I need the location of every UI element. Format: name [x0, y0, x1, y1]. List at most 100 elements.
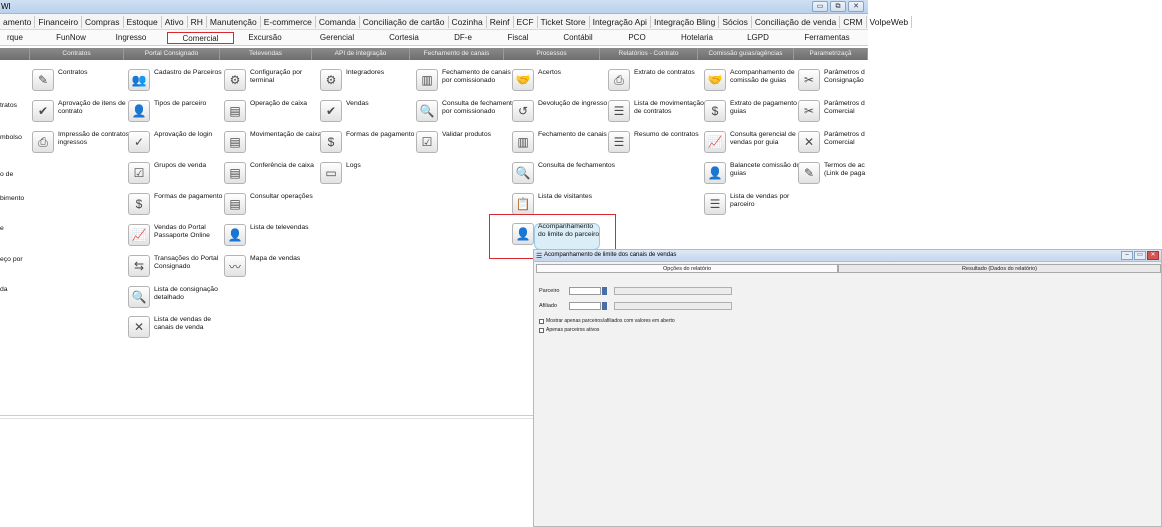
- item-resumo-contratos[interactable]: ☰ Resumo de contratos: [608, 131, 712, 153]
- item-formas-pagamento[interactable]: $ Formas de pagamento: [128, 193, 232, 215]
- partial-label[interactable]: mbolso: [0, 134, 22, 142]
- menu-item[interactable]: Integração Bling: [651, 15, 720, 28]
- tab-hotelaria[interactable]: Hotelaria: [668, 32, 726, 44]
- item-fechamento-canais[interactable]: ▥ Fechamento de canais: [512, 131, 616, 153]
- partial-label[interactable]: eço por: [0, 256, 23, 264]
- menu-item[interactable]: Compras: [82, 15, 124, 28]
- tab-cortesia[interactable]: Cortesia: [375, 32, 433, 44]
- item-tipos-parceiro[interactable]: 👤 Tipos de parceiro: [128, 100, 232, 122]
- item-validar-produtos[interactable]: ☑ Validar produtos: [416, 131, 520, 153]
- afiliado-lookup-button[interactable]: [602, 302, 607, 310]
- item-acertos[interactable]: 🤝 Acertos: [512, 69, 616, 91]
- tab-partial[interactable]: rque: [0, 32, 30, 44]
- afiliado-code-input[interactable]: [569, 302, 601, 310]
- item-consultar-operacoes[interactable]: ▤ Consultar operações: [224, 193, 328, 215]
- item-transacoes-portal[interactable]: ⇆ Transações do Portal Consignado: [128, 255, 232, 277]
- partial-label[interactable]: da: [0, 286, 8, 294]
- tab-pco[interactable]: PCO: [613, 32, 661, 44]
- item-parametros-comercial-2[interactable]: ✕ Parâmetros d Comercial: [798, 131, 868, 153]
- tab-comercial[interactable]: Comercial: [167, 32, 234, 44]
- item-lista-movimentacao-contratos[interactable]: ☰ Lista de movimentação de contratos: [608, 100, 712, 122]
- checkbox[interactable]: [539, 318, 544, 324]
- checkbox-valores-aberto[interactable]: Mostrar apenas parceiros/afiliados com v…: [539, 318, 675, 324]
- item-lista-visitantes[interactable]: 📋 Lista de visitantes: [512, 193, 616, 215]
- item-lista-vendas-canais[interactable]: ✕ Lista de vendas de canais de venda: [128, 316, 232, 338]
- tab-dfe[interactable]: DF-e: [438, 32, 488, 44]
- item-logs[interactable]: ▭ Logs: [320, 162, 424, 184]
- menu-item[interactable]: amento: [0, 15, 36, 28]
- menu-item[interactable]: CRM: [840, 15, 867, 28]
- item-acompanhamento-limite-parceiro[interactable]: 👤 Acompanhamento do limite do parceiro: [512, 223, 600, 245]
- menu-item[interactable]: Cozinha: [449, 15, 487, 28]
- item-consulta-fechamentos[interactable]: 🔍 Consulta de fechamentos: [512, 162, 616, 184]
- item-fechamento-canais-comissionado[interactable]: ▥ Fechamento de canais por comissionado: [416, 69, 520, 91]
- checkbox-parceiros-ativos[interactable]: Apenas parceiros ativos: [539, 327, 599, 333]
- close-button[interactable]: ✕: [848, 1, 864, 12]
- item-impressao-contratos[interactable]: ⎙ Impressão de contratos e ingressos: [32, 131, 136, 153]
- tab-gerencial[interactable]: Gerencial: [304, 32, 370, 44]
- item-consulta-fechamentos-comissionado[interactable]: 🔍 Consulta de fechamentos por comissiona…: [416, 100, 520, 122]
- partial-label[interactable]: bimento: [0, 195, 24, 203]
- menu-item[interactable]: Financeiro: [35, 15, 83, 28]
- item-acompanhamento-comissao[interactable]: 🤝 Acompanhamento de comissão de guias: [704, 69, 808, 91]
- menu-item[interactable]: ECF: [514, 15, 538, 28]
- menu-item[interactable]: Ativo: [162, 15, 188, 28]
- item-extrato-pagamento-guias[interactable]: $ Extrato de pagamento de guias: [704, 100, 808, 122]
- partial-label[interactable]: o de: [0, 171, 13, 179]
- item-lista-televendas[interactable]: 👤 Lista de televendas: [224, 224, 328, 246]
- maximize-button[interactable]: ⧉: [830, 1, 846, 12]
- item-grupos-venda[interactable]: ☑ Grupos de venda: [128, 162, 232, 184]
- parceiro-lookup-button[interactable]: [602, 287, 607, 295]
- tab-lgpd[interactable]: LGPD: [731, 32, 785, 44]
- checkbox[interactable]: [539, 327, 544, 333]
- item-movimentacao-caixa[interactable]: ▤ Movimentação de caixa: [224, 131, 328, 153]
- item-mapa-vendas[interactable]: 〰 Mapa de vendas: [224, 255, 328, 277]
- menu-item[interactable]: RH: [188, 15, 207, 28]
- tab-ingresso[interactable]: Ingresso: [102, 32, 160, 44]
- menu-item[interactable]: Comanda: [316, 15, 360, 28]
- tab-ferramentas[interactable]: Ferramentas: [790, 32, 864, 44]
- item-cadastro-parceiros[interactable]: 👥 Cadastro de Parceiros: [128, 69, 232, 91]
- tab-contabil[interactable]: Contábil: [548, 32, 608, 44]
- item-integradores[interactable]: ⚙ Integradores: [320, 69, 424, 91]
- item-lista-vendas-parceiro[interactable]: ☰ Lista de vendas por parceiro: [704, 193, 808, 215]
- item-parametros-consignacao[interactable]: ✂ Parâmetros d Consignação: [798, 69, 868, 91]
- tab-result[interactable]: Resultado (Dados do relatório): [838, 264, 1161, 273]
- menu-item[interactable]: Integração Api: [590, 15, 651, 28]
- partial-label[interactable]: tratos: [0, 102, 17, 110]
- item-conferencia-caixa[interactable]: ▤ Conferência de caixa: [224, 162, 328, 184]
- tab-excursao[interactable]: Excursão: [236, 32, 294, 44]
- item-vendas-portal[interactable]: 📈 Vendas do Portal Passaporte Online: [128, 224, 232, 246]
- item-balancete-comissao[interactable]: 👤 Balancete comissão dos guias: [704, 162, 808, 184]
- tab-funnow[interactable]: FunNow: [40, 32, 102, 44]
- menu-item[interactable]: Ticket Store: [538, 15, 590, 28]
- maximize-button[interactable]: ▭: [1134, 251, 1146, 260]
- item-consulta-gerencial-guia[interactable]: 📈 Consulta gerencial de vendas por guia: [704, 131, 808, 153]
- item-termos-aceite[interactable]: ✎ Termos de ac (Link de paga: [798, 162, 868, 184]
- menu-item[interactable]: VolpeWeb: [867, 15, 913, 28]
- menu-item[interactable]: Reinf: [487, 15, 514, 28]
- item-vendas-api[interactable]: ✔ Vendas: [320, 100, 424, 122]
- parceiro-code-input[interactable]: [569, 287, 601, 295]
- item-contratos[interactable]: ✎ Contratos: [32, 69, 136, 91]
- minimize-button[interactable]: ▭: [812, 1, 828, 12]
- item-devolucao-ingresso[interactable]: ↺ Devolução de ingresso: [512, 100, 616, 122]
- menu-item[interactable]: Manutenção: [207, 15, 261, 28]
- menu-item[interactable]: Estoque: [124, 15, 162, 28]
- tab-options[interactable]: Opções do relatório: [536, 264, 838, 273]
- tab-fiscal[interactable]: Fiscal: [493, 32, 543, 44]
- item-parametros-comercial[interactable]: ✂ Parâmetros d Comercial: [798, 100, 868, 122]
- menu-icon[interactable]: ☰: [536, 252, 542, 260]
- minimize-button[interactable]: –: [1121, 251, 1133, 260]
- close-button[interactable]: ✕: [1147, 251, 1159, 260]
- menu-item[interactable]: Sócios: [719, 15, 752, 28]
- menu-item[interactable]: Conciliação de venda: [752, 15, 841, 28]
- item-operacao-caixa[interactable]: ▤ Operação de caixa: [224, 100, 328, 122]
- partial-label[interactable]: e: [0, 225, 4, 233]
- item-aprovacao-login[interactable]: ✓ Aprovação de login: [128, 131, 232, 153]
- menu-item[interactable]: E-commerce: [261, 15, 316, 28]
- item-config-terminal[interactable]: ⚙ Configuração por terminal: [224, 69, 328, 91]
- item-formas-pagamento-api[interactable]: $ Formas de pagamento: [320, 131, 424, 153]
- item-lista-consignacao[interactable]: 🔍 Lista de consignação detalhado: [128, 286, 232, 308]
- item-extrato-contratos[interactable]: ⎙ Extrato de contratos: [608, 69, 712, 91]
